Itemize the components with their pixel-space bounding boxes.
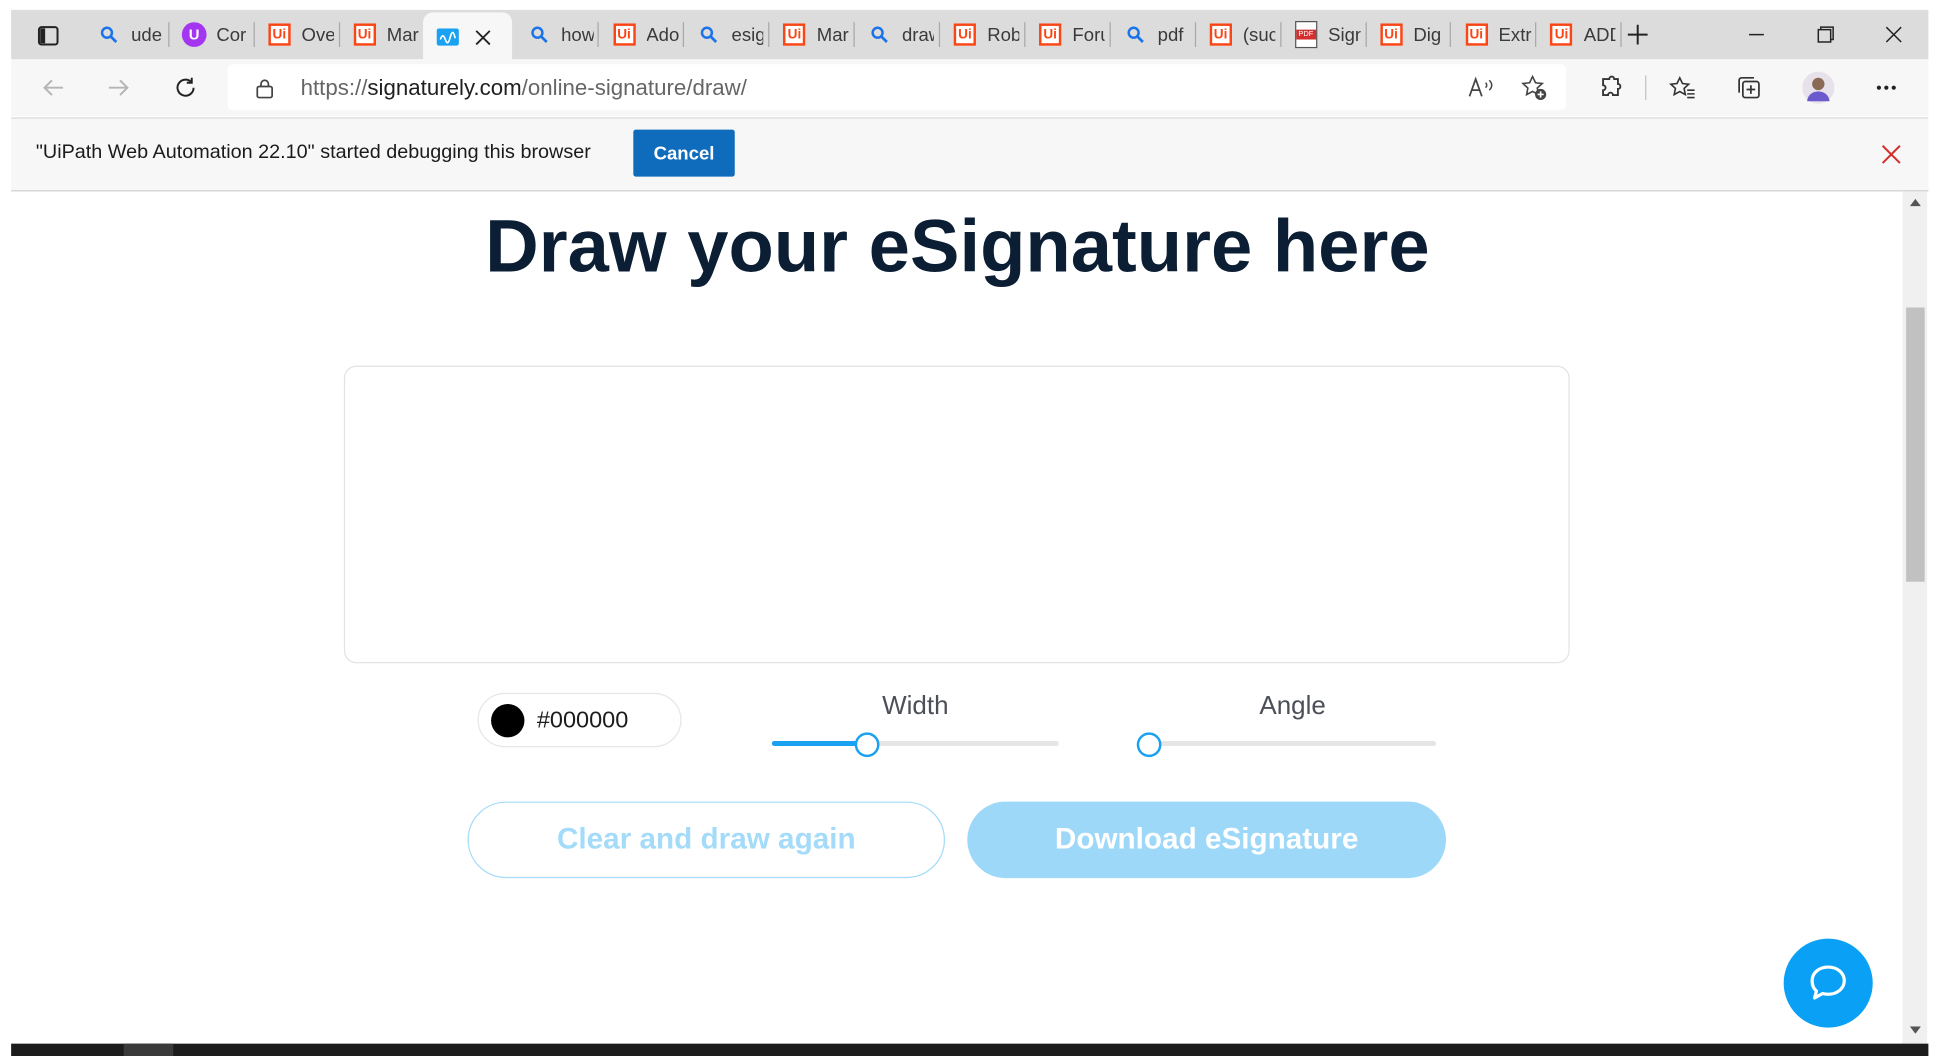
- more-options-icon[interactable]: [1869, 70, 1904, 105]
- browser-tab[interactable]: Ui ADD: [1537, 10, 1622, 59]
- browser-tab[interactable]: Ui Rob: [940, 10, 1026, 59]
- angle-slider-thumb[interactable]: [1136, 732, 1162, 758]
- uipath-icon: Ui: [953, 22, 978, 47]
- browser-tab[interactable]: esig: [685, 10, 770, 59]
- browser-tab[interactable]: how: [514, 10, 600, 59]
- uipath-icon: Ui: [1549, 22, 1574, 47]
- tab-title: draw: [901, 24, 934, 46]
- taskbar-item: [123, 1043, 174, 1056]
- width-slider-fill: [771, 741, 867, 746]
- uipath-icon: Ui: [1464, 22, 1489, 47]
- close-window-icon[interactable]: [1875, 17, 1912, 52]
- width-slider-thumb[interactable]: [854, 732, 879, 758]
- tab-title: pdf: [1157, 24, 1184, 46]
- cancel-debugging-button[interactable]: Cancel: [633, 129, 735, 177]
- collections-icon[interactable]: [1732, 70, 1767, 105]
- browser-tab[interactable]: PDF Sign: [1281, 10, 1367, 59]
- forward-icon[interactable]: [100, 69, 137, 106]
- browser-tab[interactable]: pdf: [1111, 10, 1196, 59]
- tab-title: Ado: [646, 24, 679, 46]
- restore-icon[interactable]: [1807, 17, 1844, 52]
- tab-title: Mar: [386, 24, 419, 46]
- color-swatch[interactable]: [491, 704, 525, 738]
- clear-and-draw-again-button[interactable]: Clear and draw again: [467, 801, 946, 879]
- pdf-icon: PDF: [1293, 20, 1318, 49]
- add-favorite-icon[interactable]: [1516, 70, 1551, 105]
- url-prefix: https://: [300, 75, 368, 101]
- tab-title: Sign: [1328, 24, 1360, 46]
- url-path: /online-signature/draw/: [521, 75, 747, 101]
- uipath-icon: Ui: [1379, 22, 1404, 47]
- page-title: Draw your eSignature here: [485, 205, 1430, 288]
- browser-tab[interactable]: Ui (suc: [1196, 10, 1282, 59]
- tab-title: Rob: [987, 24, 1020, 46]
- angle-label: Angle: [1259, 691, 1326, 721]
- tab-title: Foru: [1072, 24, 1104, 46]
- tab-title: Extr: [1498, 24, 1531, 46]
- infobar-message: "UiPath Web Automation 22.10" started de…: [35, 142, 591, 164]
- browser-tab[interactable]: U Cor: [169, 10, 255, 59]
- close-infobar-icon[interactable]: [1874, 137, 1909, 172]
- uipath-icon: Ui: [782, 22, 807, 47]
- udemy-icon: U: [181, 22, 207, 47]
- tab-title: Ove: [301, 24, 334, 46]
- favorites-icon[interactable]: [1665, 70, 1700, 105]
- tab-title: ADD: [1583, 24, 1616, 46]
- download-esignature-button[interactable]: Download eSignature: [967, 801, 1446, 879]
- read-aloud-icon[interactable]: [1463, 72, 1498, 104]
- browser-tab[interactable]: Ui Dig: [1366, 10, 1452, 59]
- new-tab-icon[interactable]: [1620, 17, 1655, 52]
- search-icon: [526, 22, 551, 47]
- browser-tab[interactable]: Ui Extr: [1452, 10, 1537, 59]
- uipath-icon: Ui: [1038, 22, 1063, 47]
- chat-support-button[interactable]: [1783, 938, 1873, 1028]
- tab-title: Dig: [1413, 24, 1442, 46]
- url-domain: signaturely.com: [367, 75, 522, 101]
- browser-tab[interactable]: Ui Mar: [340, 10, 425, 59]
- close-tab-icon[interactable]: [474, 29, 490, 45]
- uipath-icon: Ui: [267, 22, 292, 47]
- lock-icon[interactable]: [250, 73, 280, 103]
- browser-tab[interactable]: draw: [855, 10, 941, 59]
- signaturely-icon: [435, 25, 460, 50]
- profile-avatar[interactable]: [1800, 69, 1837, 106]
- search-icon: [867, 22, 892, 47]
- signature-drawing-pad[interactable]: [343, 365, 1570, 664]
- uipath-icon: Ui: [352, 22, 377, 47]
- tab-actions-icon[interactable]: [32, 20, 64, 52]
- tab-title: ude: [131, 24, 163, 46]
- back-icon[interactable]: [35, 69, 72, 106]
- browser-tab[interactable]: Ui Ove: [255, 10, 340, 59]
- angle-slider[interactable]: [1149, 741, 1437, 746]
- toolbar-divider: [1645, 75, 1647, 101]
- search-icon: [96, 22, 121, 47]
- browser-tab[interactable]: ude: [84, 10, 170, 59]
- tab-title: Cor: [216, 24, 247, 46]
- color-hex-value: #000000: [536, 707, 629, 734]
- tab-title: Mar: [816, 24, 849, 46]
- search-icon: [697, 22, 722, 47]
- browser-tab[interactable]: Ui Mar: [770, 10, 855, 59]
- search-icon: [1123, 22, 1148, 47]
- browser-tab[interactable]: [422, 12, 512, 62]
- width-label: Width: [882, 691, 949, 721]
- extensions-icon[interactable]: [1593, 70, 1628, 105]
- minimize-icon[interactable]: [1738, 17, 1775, 52]
- refresh-icon[interactable]: [167, 69, 204, 106]
- browser-tab[interactable]: Ui Ado: [599, 10, 685, 59]
- scroll-down-icon[interactable]: [1906, 1020, 1925, 1040]
- chat-bubble-icon: [1807, 963, 1849, 1003]
- tab-title: how: [561, 24, 594, 46]
- browser-tab[interactable]: Ui Foru: [1025, 10, 1111, 59]
- uipath-icon: Ui: [612, 22, 637, 47]
- tab-title: esig: [731, 24, 764, 46]
- scrollbar-thumb[interactable]: [1906, 307, 1925, 582]
- url-text[interactable]: https://signaturely.com/online-signature…: [301, 74, 747, 101]
- taskbar-strip: [11, 1043, 1929, 1056]
- uipath-icon: Ui: [1208, 22, 1233, 47]
- tab-title: (suc: [1242, 24, 1276, 46]
